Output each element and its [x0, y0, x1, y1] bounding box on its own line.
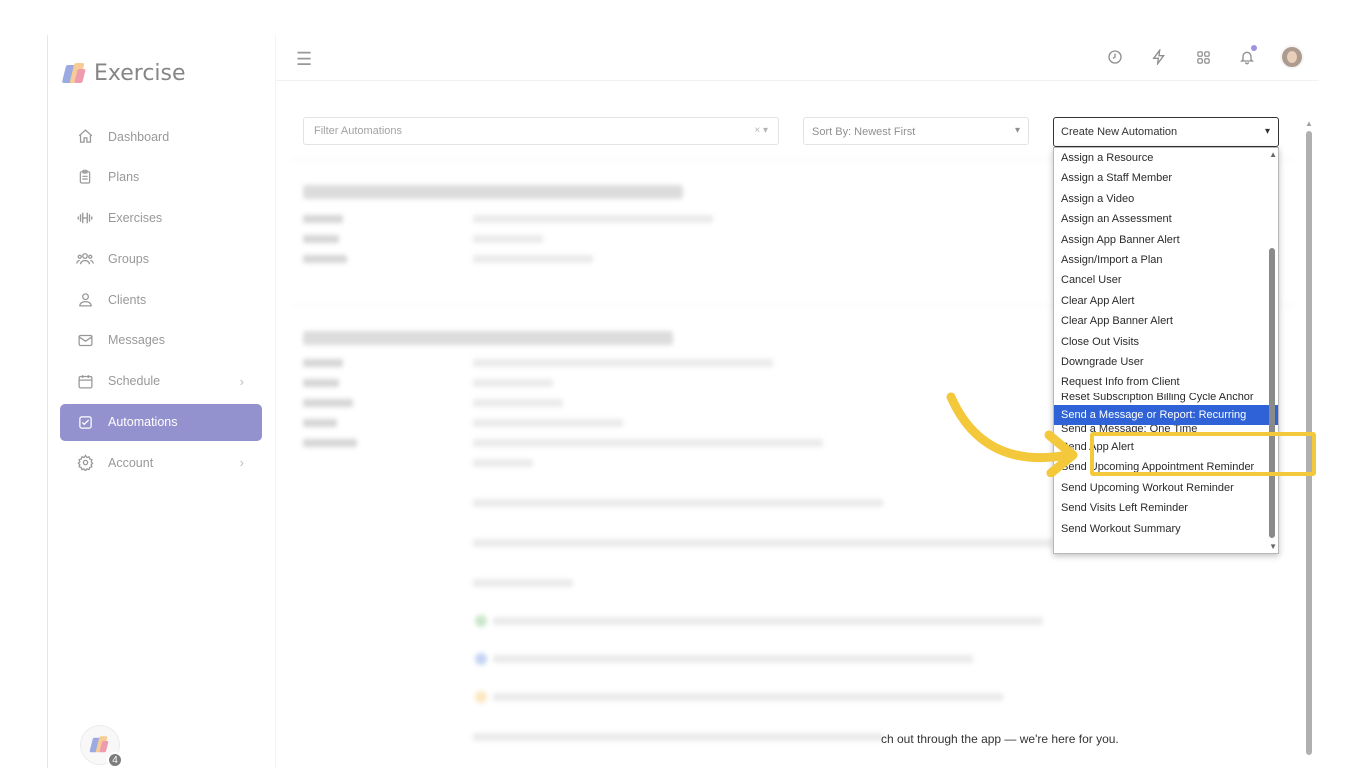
- sidebar-item-plans[interactable]: Plans: [60, 159, 262, 196]
- content-tail-text: ch out through the app — we're here for …: [881, 732, 1119, 746]
- chevron-right-icon: ›: [239, 373, 244, 389]
- top-bar: ☰: [276, 35, 1319, 81]
- group-icon: [76, 250, 94, 268]
- sidebar-item-exercises[interactable]: Exercises: [60, 200, 262, 237]
- sidebar-item-groups[interactable]: Groups: [60, 240, 262, 277]
- sidebar-item-label: Schedule: [108, 374, 161, 389]
- dropdown-option[interactable]: Assign App Banner Alert: [1054, 230, 1278, 250]
- dropdown-option[interactable]: Cancel User: [1054, 270, 1278, 290]
- scroll-up-arrow-icon[interactable]: ▲: [1269, 150, 1277, 159]
- dropdown-option[interactable]: Clear App Alert: [1054, 291, 1278, 311]
- bell-icon[interactable]: [1236, 45, 1258, 68]
- dumbbell-icon: [76, 209, 94, 227]
- automation-type-dropdown[interactable]: Assign a Resource Assign a Staff Member …: [1053, 147, 1279, 554]
- app-name: Exercise: [94, 61, 186, 86]
- filter-clear-controls[interactable]: × ▾: [754, 125, 768, 136]
- sidebar-item-dashboard[interactable]: Dashboard: [60, 118, 262, 155]
- dropdown-option[interactable]: Reset Subscription Billing Cycle Anchor: [1054, 393, 1278, 405]
- unread-dot: [1251, 45, 1257, 51]
- sidebar: Exercise Dashboard Plans Exercises Group…: [48, 35, 276, 768]
- user-avatar[interactable]: [1280, 45, 1304, 69]
- sidebar-item-label: Dashboard: [108, 129, 170, 144]
- dropdown-option[interactable]: Send App Alert: [1054, 437, 1278, 457]
- sidebar-item-account[interactable]: Account ›: [60, 444, 262, 481]
- dropdown-option[interactable]: Downgrade User: [1054, 352, 1278, 372]
- caret-down-icon: ▾: [1014, 125, 1020, 136]
- create-label: Create New Automation: [1061, 126, 1178, 138]
- checkbox-icon: [76, 413, 94, 431]
- chevron-right-icon: ›: [239, 455, 244, 471]
- app-logo[interactable]: Exercise: [61, 61, 186, 86]
- filter-automations-input[interactable]: Filter Automations × ▾: [303, 117, 779, 145]
- dropdown-option[interactable]: Clear App Banner Alert: [1054, 311, 1278, 331]
- sidebar-nav: Dashboard Plans Exercises Groups Clients…: [60, 118, 262, 485]
- dropdown-option[interactable]: Send a Message: One Time: [1054, 425, 1278, 437]
- scroll-down-arrow-icon[interactable]: ▼: [1269, 542, 1277, 551]
- calendar-icon: [76, 372, 94, 390]
- sidebar-item-label: Automations: [108, 415, 178, 430]
- menu-icon[interactable]: ☰: [296, 49, 312, 70]
- create-automation-select[interactable]: Create New Automation ▾: [1053, 117, 1279, 147]
- page-scrollbar-thumb[interactable]: [1306, 131, 1312, 755]
- logo-icon: [89, 736, 109, 754]
- lightning-icon[interactable]: [1148, 46, 1170, 68]
- sort-select[interactable]: Sort By: Newest First ▾: [803, 117, 1029, 145]
- scroll-up-arrow-icon[interactable]: ▲: [1305, 119, 1313, 128]
- user-icon: [76, 291, 94, 309]
- mail-icon: [76, 331, 94, 349]
- sidebar-item-messages[interactable]: Messages: [60, 322, 262, 359]
- dropdown-option[interactable]: Close Out Visits: [1054, 332, 1278, 352]
- sidebar-item-label: Messages: [108, 333, 165, 348]
- page-scrollbar[interactable]: ▲: [1305, 119, 1313, 759]
- notification-badge: 4: [107, 752, 123, 768]
- sidebar-item-clients[interactable]: Clients: [60, 281, 262, 318]
- sidebar-item-automations[interactable]: Automations: [60, 403, 262, 441]
- dropdown-option[interactable]: Assign/Import a Plan: [1054, 250, 1278, 270]
- sidebar-item-label: Groups: [108, 251, 149, 266]
- app-window: Exercise Dashboard Plans Exercises Group…: [47, 35, 1319, 768]
- dropdown-option[interactable]: Request Info from Client: [1054, 372, 1278, 392]
- home-icon: [76, 128, 94, 146]
- dropdown-option[interactable]: Send Visits Left Reminder: [1054, 498, 1278, 518]
- dropdown-option[interactable]: Send Upcoming Workout Reminder: [1054, 478, 1278, 498]
- dropdown-option[interactable]: Assign a Video: [1054, 189, 1278, 209]
- top-icons: [1104, 45, 1304, 69]
- dropdown-option-selected[interactable]: Send a Message or Report: Recurring: [1054, 404, 1278, 426]
- sidebar-item-schedule[interactable]: Schedule ›: [60, 363, 262, 400]
- caret-down-icon: ▾: [1264, 126, 1270, 137]
- dropdown-scrollbar[interactable]: [1269, 248, 1275, 538]
- sort-label: Sort By: Newest First: [812, 126, 916, 138]
- clipboard-icon: [76, 168, 94, 186]
- dropdown-option[interactable]: Assign an Assessment: [1054, 209, 1278, 229]
- gear-icon: [76, 454, 94, 472]
- sidebar-item-label: Exercises: [108, 211, 163, 226]
- workspace-avatar[interactable]: 4: [80, 725, 123, 768]
- dropdown-option[interactable]: Send Workout Summary: [1054, 519, 1278, 539]
- dropdown-option[interactable]: Assign a Resource: [1054, 148, 1278, 168]
- tutorial-arrow-icon: [946, 392, 1078, 477]
- dropdown-option[interactable]: Send Upcoming Appointment Reminder: [1054, 457, 1278, 477]
- dropdown-option[interactable]: Assign a Staff Member: [1054, 168, 1278, 188]
- sidebar-item-label: Account: [108, 455, 154, 470]
- filter-placeholder: Filter Automations: [314, 125, 403, 137]
- apps-grid-icon[interactable]: [1192, 46, 1214, 68]
- history-icon[interactable]: [1104, 46, 1126, 68]
- sidebar-item-label: Clients: [108, 292, 147, 307]
- sidebar-item-label: Plans: [108, 170, 140, 185]
- logo-icon: [61, 62, 86, 85]
